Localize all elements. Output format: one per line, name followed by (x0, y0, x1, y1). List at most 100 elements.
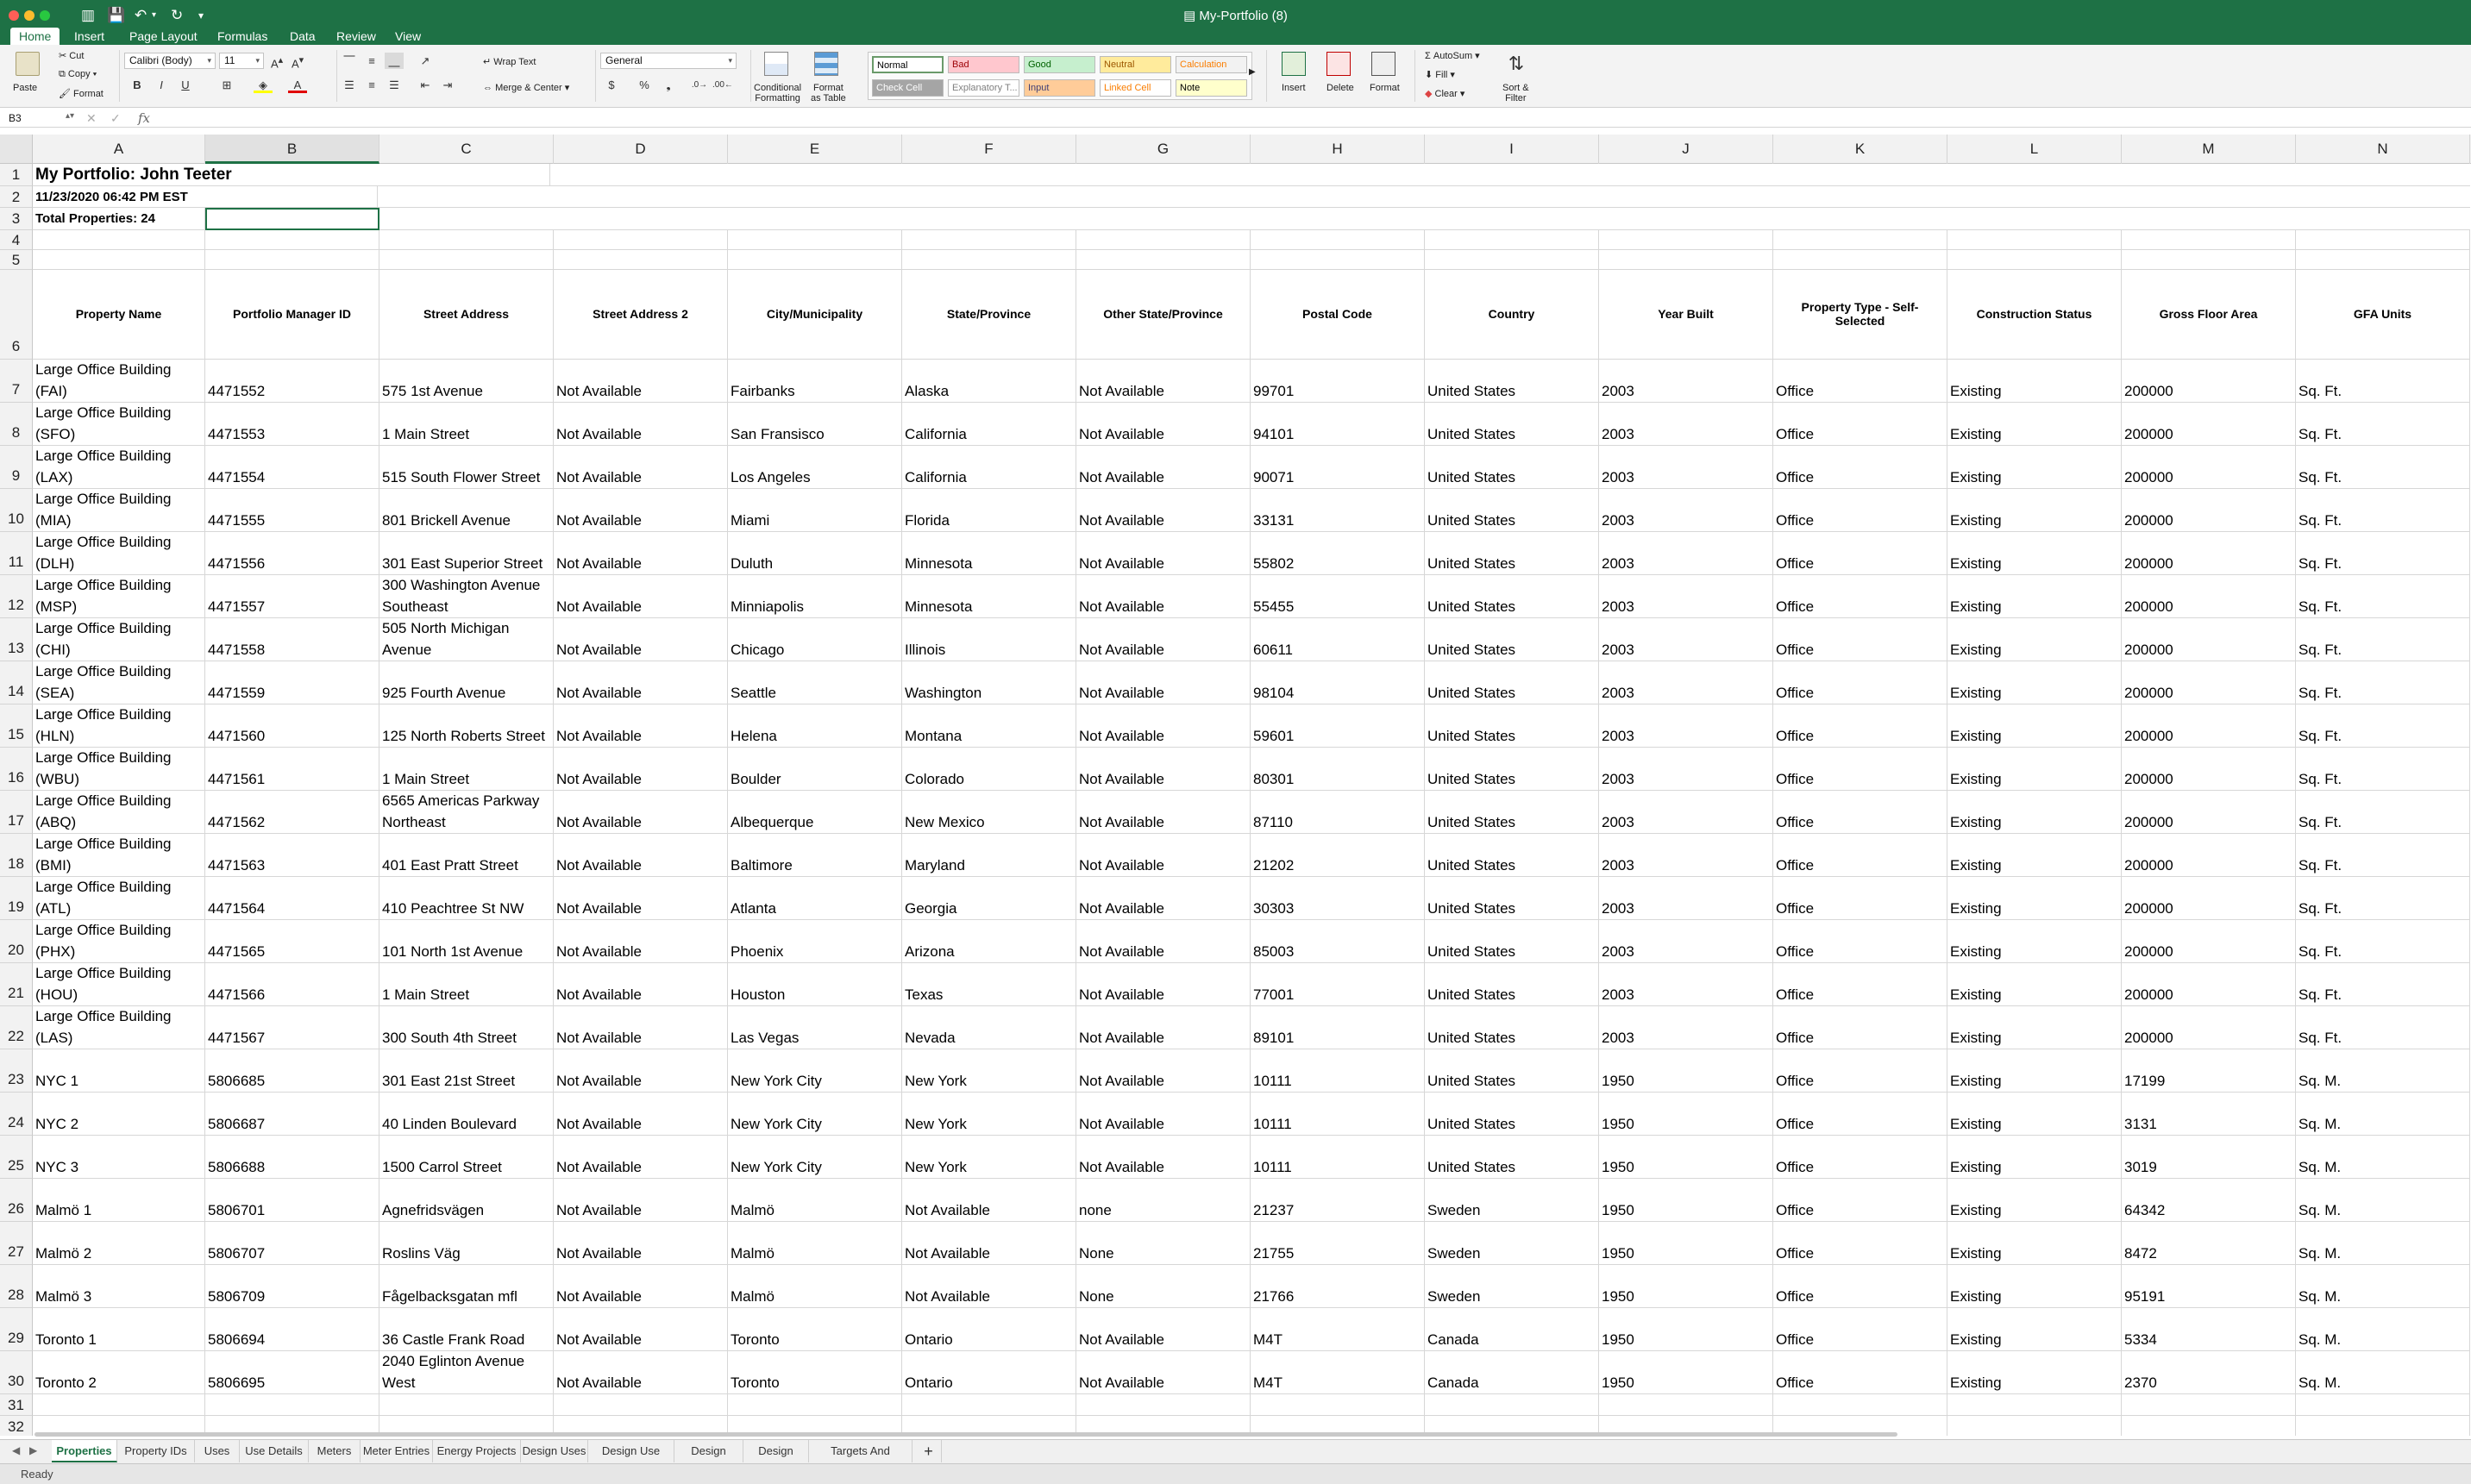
table-cell[interactable]: None (1076, 1264, 1251, 1308)
table-cell[interactable]: Sq. M. (2296, 1307, 2470, 1351)
row-header-11[interactable]: 11 (0, 531, 33, 575)
cell-n32[interactable] (2296, 1415, 2470, 1436)
table-cell[interactable]: 301 East Superior Street (379, 531, 554, 575)
table-cell[interactable]: 4471561 (205, 747, 379, 791)
row-header-19[interactable]: 19 (0, 876, 33, 920)
cell-f4[interactable] (902, 229, 1076, 250)
table-cell[interactable]: 33131 (1251, 488, 1425, 532)
table-cell[interactable]: 30303 (1251, 876, 1425, 920)
table-cell[interactable]: Large Office Building (SEA) (33, 661, 205, 704)
table-cell[interactable]: Sq. Ft. (2296, 617, 2470, 661)
table-cell[interactable]: Not Available (1076, 661, 1251, 704)
table-cell[interactable]: 2003 (1599, 445, 1773, 489)
table-cell[interactable]: Large Office Building (WBU) (33, 747, 205, 791)
cell-j1[interactable] (1599, 164, 1773, 186)
table-cell[interactable]: Office (1773, 1178, 1947, 1222)
formula-input[interactable] (164, 110, 2458, 126)
cell-d4[interactable] (554, 229, 728, 250)
row-header-21[interactable]: 21 (0, 962, 33, 1006)
align-top-icon[interactable]: ⎺ (340, 53, 359, 69)
cell-e2[interactable] (728, 186, 902, 208)
table-cell[interactable]: Sq. Ft. (2296, 445, 2470, 489)
table-cell[interactable]: 1950 (1599, 1178, 1773, 1222)
fill-button[interactable]: ⬇ Fill ▾ (1425, 69, 1455, 80)
table-cell[interactable]: Sq. Ft. (2296, 919, 2470, 963)
cell-c31[interactable] (379, 1393, 554, 1416)
table-cell[interactable]: Not Available (554, 661, 728, 704)
cell-l32[interactable] (1947, 1415, 2122, 1436)
table-cell[interactable]: 4471554 (205, 445, 379, 489)
table-cell[interactable]: 64342 (2122, 1178, 2296, 1222)
sheet-tab-design-use-details[interactable]: Design Use Details (588, 1440, 674, 1480)
table-cell[interactable]: 2003 (1599, 962, 1773, 1006)
table-cell[interactable]: Existing (1947, 1092, 2122, 1136)
table-cell[interactable]: Malmö 2 (33, 1221, 205, 1265)
table-cell[interactable]: Existing (1947, 1221, 2122, 1265)
column-header-c[interactable]: C (379, 135, 554, 164)
function-icon[interactable]: fx (138, 110, 150, 126)
table-cell[interactable]: Las Vegas (728, 1005, 902, 1049)
table-cell[interactable]: Not Available (902, 1178, 1076, 1222)
table-cell[interactable]: Large Office Building (LAX) (33, 445, 205, 489)
table-cell[interactable]: Chicago (728, 617, 902, 661)
table-cell[interactable]: Sq. M. (2296, 1135, 2470, 1179)
table-cell[interactable]: NYC 2 (33, 1092, 205, 1136)
table-cell[interactable]: Ontario (902, 1307, 1076, 1351)
horizontal-scrollbar[interactable] (34, 1432, 1897, 1437)
table-cell[interactable]: Not Available (554, 747, 728, 791)
table-cell[interactable]: Sq. Ft. (2296, 833, 2470, 877)
table-cell[interactable]: Not Available (1076, 445, 1251, 489)
cell-l31[interactable] (1947, 1393, 2122, 1416)
table-cell[interactable]: 200000 (2122, 574, 2296, 618)
cell-n31[interactable] (2296, 1393, 2470, 1416)
table-cell[interactable]: 1950 (1599, 1307, 1773, 1351)
text-orientation-icon[interactable]: ↗ (416, 53, 435, 69)
row-header-32[interactable]: 32 (0, 1415, 33, 1436)
table-cell[interactable]: Not Available (554, 704, 728, 748)
column-header-j[interactable]: J (1599, 135, 1773, 164)
cell-g1[interactable] (1076, 164, 1251, 186)
table-cell[interactable]: Agnefridsvägen (379, 1178, 554, 1222)
sort-filter-button[interactable]: Sort & Filter (1502, 83, 1529, 103)
table-cell[interactable]: Sq. Ft. (2296, 359, 2470, 403)
table-cell[interactable]: Existing (1947, 402, 2122, 446)
increase-decimal-icon[interactable]: .0→ (690, 77, 709, 93)
table-cell[interactable]: 2040 Eglinton Avenue West (379, 1350, 554, 1394)
table-cell[interactable]: 200000 (2122, 876, 2296, 920)
copy-button[interactable]: ⧉ Copy ▾ (59, 69, 97, 80)
table-cell[interactable]: Existing (1947, 445, 2122, 489)
row-header-1[interactable]: 1 (0, 164, 33, 186)
enter-icon[interactable]: ✓ (110, 111, 121, 126)
table-cell[interactable]: 5806709 (205, 1264, 379, 1308)
table-cell[interactable]: Office (1773, 1307, 1947, 1351)
table-cell[interactable]: 60611 (1251, 617, 1425, 661)
cell-g4[interactable] (1076, 229, 1251, 250)
table-cell[interactable]: Office (1773, 488, 1947, 532)
style-good[interactable]: Good (1024, 56, 1095, 73)
table-cell[interactable]: United States (1425, 790, 1599, 834)
table-cell[interactable]: Office (1773, 445, 1947, 489)
table-cell[interactable]: Sweden (1425, 1264, 1599, 1308)
table-cell[interactable]: Large Office Building (LAS) (33, 1005, 205, 1049)
borders-icon[interactable]: ⊞ (217, 77, 236, 93)
table-cell[interactable]: 200000 (2122, 790, 2296, 834)
column-header-f[interactable]: F (902, 135, 1076, 164)
table-cell[interactable]: United States (1425, 1135, 1599, 1179)
table-cell[interactable]: 575 1st Avenue (379, 359, 554, 403)
column-header-k[interactable]: K (1773, 135, 1947, 164)
table-cell[interactable]: Large Office Building (SFO) (33, 402, 205, 446)
table-cell[interactable]: Sq. Ft. (2296, 488, 2470, 532)
row-header-9[interactable]: 9 (0, 445, 33, 489)
table-cell[interactable]: Office (1773, 790, 1947, 834)
next-sheet-icon[interactable]: ▶ (29, 1444, 37, 1456)
table-cell[interactable]: 5806685 (205, 1049, 379, 1093)
table-cell[interactable]: 1950 (1599, 1049, 1773, 1093)
paste-button[interactable]: Paste (13, 83, 37, 93)
table-cell[interactable]: Office (1773, 747, 1947, 791)
table-cell[interactable]: Existing (1947, 1135, 2122, 1179)
cell-j31[interactable] (1599, 1393, 1773, 1416)
table-cell[interactable]: Not Available (1076, 833, 1251, 877)
table-cell[interactable]: Office (1773, 402, 1947, 446)
table-cell[interactable]: Los Angeles (728, 445, 902, 489)
tab-formulas[interactable]: Formulas (209, 28, 276, 45)
